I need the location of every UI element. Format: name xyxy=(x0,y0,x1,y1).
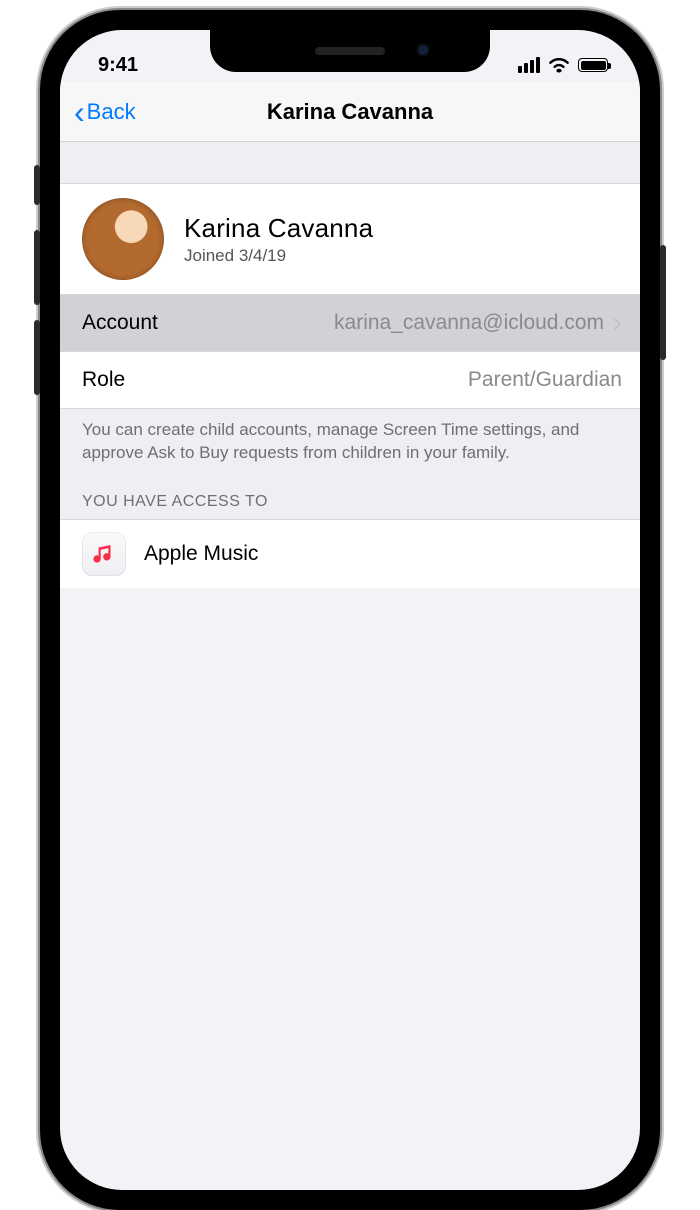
notch xyxy=(210,30,490,72)
role-row[interactable]: Role Parent/Guardian xyxy=(60,351,640,408)
volume-down-button xyxy=(34,320,40,395)
battery-icon xyxy=(578,58,608,72)
profile-joined: Joined 3/4/19 xyxy=(184,246,373,266)
account-value: karina_cavanna@icloud.com xyxy=(334,311,604,335)
back-label: Back xyxy=(87,99,136,125)
earpiece-speaker xyxy=(315,47,385,55)
nav-bar: ‹ Back Karina Cavanna xyxy=(60,82,640,142)
status-time: 9:41 xyxy=(98,54,138,77)
cellular-signal-icon xyxy=(518,57,540,73)
content: Karina Cavanna Joined 3/4/19 Account kar… xyxy=(60,142,640,588)
access-section-header: You Have Access To xyxy=(60,469,640,519)
page-title: Karina Cavanna xyxy=(267,99,433,125)
phone-frame: 9:41 ‹ Back Karina Cavanna xyxy=(40,10,660,1210)
profile-name: Karina Cavanna xyxy=(184,213,373,244)
role-description: You can create child accounts, manage Sc… xyxy=(60,408,640,469)
wifi-icon xyxy=(548,57,570,73)
avatar xyxy=(82,198,164,280)
profile-header: Karina Cavanna Joined 3/4/19 xyxy=(60,184,640,294)
role-value: Parent/Guardian xyxy=(468,368,622,392)
front-camera xyxy=(416,43,430,57)
side-button xyxy=(660,245,666,360)
music-app-icon xyxy=(82,532,126,576)
access-item-label: Apple Music xyxy=(144,542,258,566)
volume-up-button xyxy=(34,230,40,305)
account-label: Account xyxy=(82,311,158,335)
role-label: Role xyxy=(82,368,125,392)
access-item-apple-music[interactable]: Apple Music xyxy=(60,519,640,588)
mute-switch xyxy=(34,165,40,205)
account-row[interactable]: Account karina_cavanna@icloud.com › xyxy=(60,294,640,351)
screen: 9:41 ‹ Back Karina Cavanna xyxy=(60,30,640,1190)
back-button[interactable]: ‹ Back xyxy=(74,99,136,125)
